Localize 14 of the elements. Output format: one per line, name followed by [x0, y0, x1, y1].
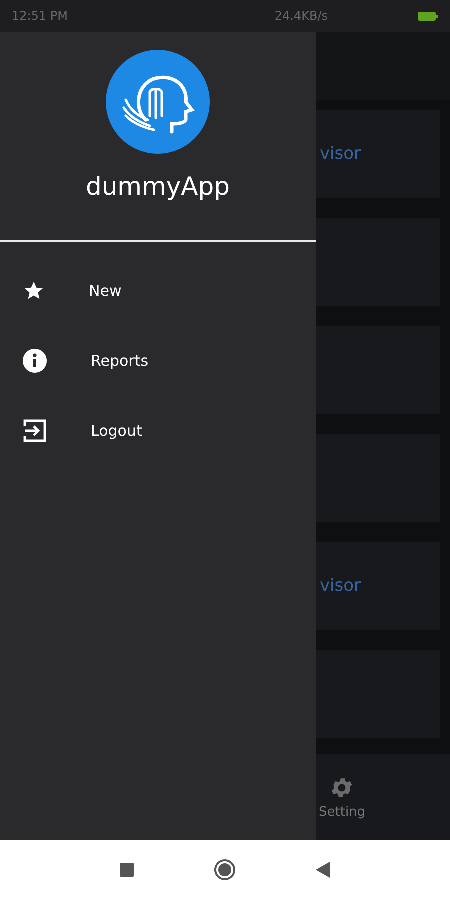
battery-icon — [418, 12, 438, 20]
network-speed: 24.4KB/s — [274, 9, 328, 23]
info-icon — [23, 349, 47, 373]
drawer-item[interactable]: New — [0, 256, 316, 326]
exit-icon — [23, 419, 47, 443]
app-name: dummyApp — [86, 172, 230, 201]
back-button[interactable] — [316, 862, 330, 878]
setting-tab[interactable]: Setting — [319, 774, 366, 820]
home-button[interactable] — [214, 859, 236, 881]
drawer-item[interactable]: Reports — [0, 326, 316, 396]
drawer-item[interactable]: Logout — [0, 396, 316, 466]
status-time: 12:51 PM — [12, 9, 68, 23]
app-logo-icon — [106, 50, 210, 154]
star-icon — [23, 280, 45, 302]
